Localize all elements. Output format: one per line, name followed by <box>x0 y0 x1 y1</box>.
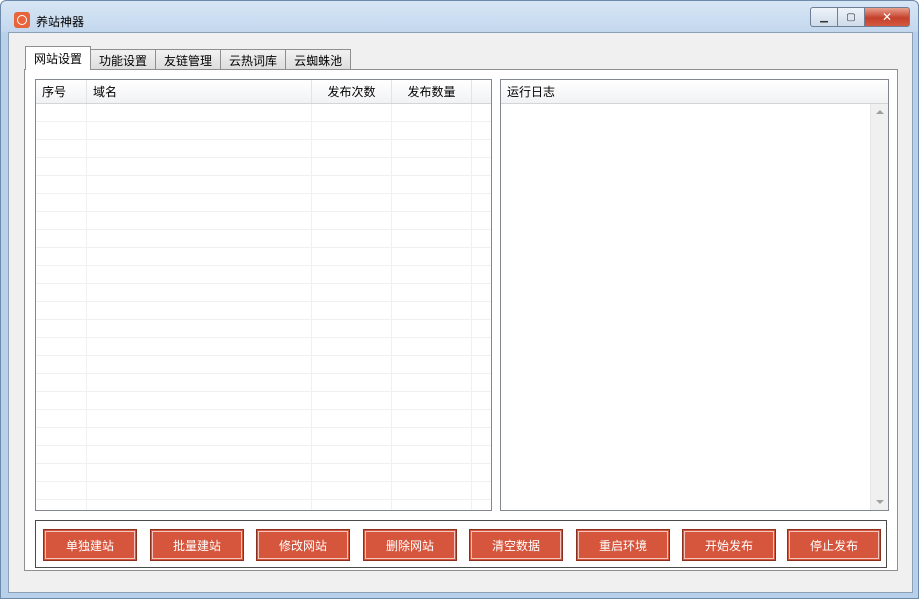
caption-buttons: ▁ ▢ ✕ <box>810 7 910 27</box>
delete-site-button[interactable]: 删除网站 <box>363 529 457 561</box>
action-button-panel: 单独建站 批量建站 修改网站 删除网站 清空数据 重启环境 开始发布 停止发布 <box>35 520 887 568</box>
maximize-icon: ▢ <box>846 11 856 23</box>
list-header: 序号 域名 发布次数 发布数量 <box>36 80 491 104</box>
column-header-index[interactable]: 序号 <box>36 80 87 103</box>
start-publish-button[interactable]: 开始发布 <box>682 529 776 561</box>
tab-page-website-settings: 序号 域名 发布次数 发布数量 运行日志 单独建站 批量建站 修改网站 删除网站… <box>24 69 898 571</box>
minimize-icon: ▁ <box>820 11 828 23</box>
column-header-domain[interactable]: 域名 <box>87 80 312 103</box>
run-log-panel: 运行日志 <box>500 79 889 511</box>
close-button[interactable]: ✕ <box>865 7 910 27</box>
column-header-publish-count[interactable]: 发布数量 <box>392 80 472 103</box>
single-build-button[interactable]: 单独建站 <box>43 529 137 561</box>
run-log-header: 运行日志 <box>501 80 888 104</box>
list-body[interactable] <box>36 104 491 510</box>
website-list[interactable]: 序号 域名 发布次数 发布数量 <box>35 79 492 511</box>
tab-website-settings[interactable]: 网站设置 <box>25 46 92 70</box>
restart-env-button[interactable]: 重启环境 <box>576 529 670 561</box>
scroll-up-icon[interactable] <box>876 110 884 114</box>
main-window: 养站神器 ▁ ▢ ✕ 网站设置 功能设置 友链管理 云热词库 云蜘蛛池 序号 域… <box>0 0 919 599</box>
close-icon: ✕ <box>881 10 893 24</box>
edit-site-button[interactable]: 修改网站 <box>256 529 350 561</box>
clear-data-button[interactable]: 清空数据 <box>469 529 563 561</box>
tab-spider-pool[interactable]: 云蜘蛛池 <box>285 49 352 70</box>
tab-strip: 网站设置 功能设置 友链管理 云热词库 云蜘蛛池 <box>25 46 352 70</box>
tab-hot-keywords[interactable]: 云热词库 <box>220 49 287 70</box>
batch-build-button[interactable]: 批量建站 <box>150 529 244 561</box>
column-header-publish-times[interactable]: 发布次数 <box>312 80 392 103</box>
maximize-button[interactable]: ▢ <box>838 7 865 27</box>
scroll-down-icon[interactable] <box>876 500 884 504</box>
minimize-button[interactable]: ▁ <box>810 7 838 27</box>
log-scrollbar[interactable] <box>870 104 888 510</box>
client-area: 网站设置 功能设置 友链管理 云热词库 云蜘蛛池 序号 域名 发布次数 发布数量… <box>8 32 913 593</box>
tab-friend-links[interactable]: 友链管理 <box>155 49 222 70</box>
column-header-filler <box>472 80 491 103</box>
window-title: 养站神器 <box>36 15 85 29</box>
stop-publish-button[interactable]: 停止发布 <box>787 529 881 561</box>
tab-function-settings[interactable]: 功能设置 <box>90 49 157 70</box>
app-logo-icon <box>14 12 30 28</box>
